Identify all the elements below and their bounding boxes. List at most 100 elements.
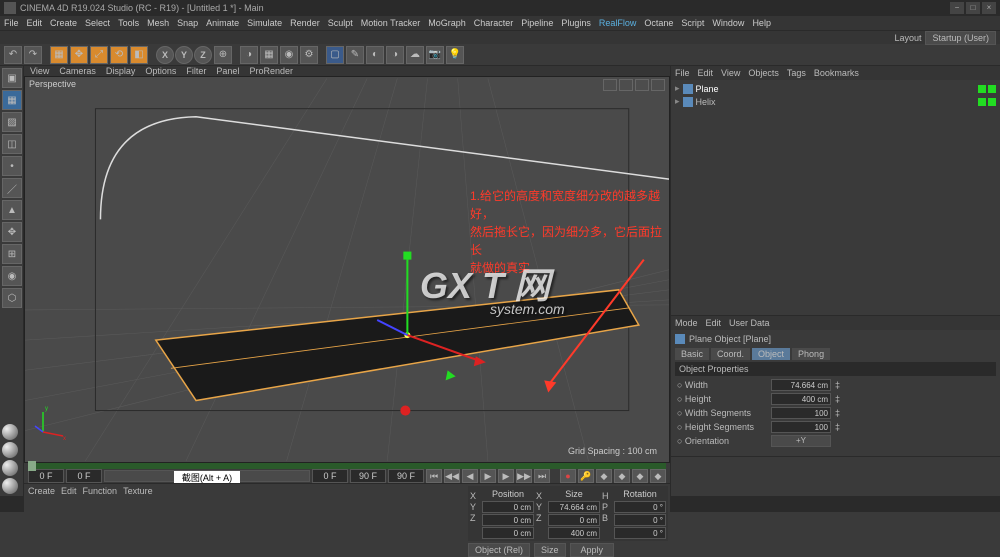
material-preview-1[interactable] — [2, 424, 18, 440]
menu-snap[interactable]: Snap — [177, 18, 198, 28]
menu-pipeline[interactable]: Pipeline — [521, 18, 553, 28]
viewport[interactable]: Perspective — [24, 76, 670, 463]
vp-rotate-icon[interactable] — [635, 79, 649, 91]
key-rot-button[interactable]: ◆ — [632, 469, 648, 483]
light-button[interactable]: 💡 — [446, 46, 464, 64]
next-key-button[interactable]: ▶▶ — [516, 469, 532, 483]
attr-menu-mode[interactable]: Mode — [675, 318, 698, 328]
objmgr-menu-edit[interactable]: Edit — [698, 68, 714, 78]
tree-item-helix[interactable]: ▸Helix — [675, 95, 996, 108]
axis-mode-button[interactable]: ✥ — [2, 222, 22, 242]
polygon-mode-button[interactable]: ▲ — [2, 200, 22, 220]
timeline-handle[interactable] — [28, 461, 36, 471]
object-tree[interactable]: ▸Plane▸Helix — [671, 80, 1000, 316]
frame-end-b-input[interactable] — [388, 469, 424, 483]
play-button[interactable]: ▶ — [480, 469, 496, 483]
key-param-button[interactable]: ◆ — [650, 469, 666, 483]
menu-octane[interactable]: Octane — [644, 18, 673, 28]
material-manager[interactable] — [671, 456, 1000, 496]
layout-dropdown[interactable]: Startup (User) — [925, 31, 996, 45]
coord-input-size-z[interactable] — [548, 527, 600, 539]
coord-input-rot-z[interactable] — [614, 527, 666, 539]
vpmenu-prorender[interactable]: ProRender — [249, 66, 293, 76]
render-pv-button[interactable]: ◉ — [280, 46, 298, 64]
model-mode-button[interactable]: ▦ — [2, 90, 22, 110]
attr-tab-object[interactable]: Object — [752, 348, 790, 360]
tree-item-plane[interactable]: ▸Plane — [675, 82, 996, 95]
coord-size-dropdown[interactable]: Size — [534, 543, 566, 557]
menu-realflow[interactable]: RealFlow — [599, 18, 637, 28]
menu-window[interactable]: Window — [712, 18, 744, 28]
snap-toggle-button[interactable]: ⊞ — [2, 244, 22, 264]
vpmenu-cameras[interactable]: Cameras — [59, 66, 96, 76]
coord-input-size-x[interactable] — [548, 501, 600, 513]
coord-tab-function[interactable]: Function — [83, 486, 118, 496]
menu-sculpt[interactable]: Sculpt — [328, 18, 353, 28]
vpmenu-display[interactable]: Display — [106, 66, 136, 76]
deformer-button[interactable]: ◑ — [386, 46, 404, 64]
coord-tab-edit[interactable]: Edit — [61, 486, 77, 496]
close-button[interactable]: × — [982, 2, 996, 14]
prev-key-button[interactable]: ◀◀ — [444, 469, 460, 483]
frame-start-a-input[interactable] — [28, 469, 64, 483]
vpmenu-view[interactable]: View — [30, 66, 49, 76]
goto-start-button[interactable]: ⏮ — [426, 469, 442, 483]
attr-menu-user-data[interactable]: User Data — [729, 318, 770, 328]
axis-z-toggle[interactable]: Z — [194, 46, 212, 64]
prop-input-width[interactable] — [771, 379, 831, 391]
objmgr-menu-objects[interactable]: Objects — [748, 68, 779, 78]
minimize-button[interactable]: − — [950, 2, 964, 14]
camera-button[interactable]: 📷 — [426, 46, 444, 64]
spinner-icon[interactable]: ‡ — [835, 380, 840, 390]
prop-input-width-segments[interactable] — [771, 407, 831, 419]
coord-input-pos-y[interactable] — [482, 514, 534, 526]
timeline-slider[interactable] — [24, 463, 670, 469]
axis-x-toggle[interactable]: X — [156, 46, 174, 64]
redo-button[interactable]: ↷ — [24, 46, 42, 64]
material-preview-3[interactable] — [2, 460, 18, 476]
menu-mograph[interactable]: MoGraph — [428, 18, 466, 28]
environment-button[interactable]: ☁ — [406, 46, 424, 64]
menu-simulate[interactable]: Simulate — [247, 18, 282, 28]
spinner-icon[interactable]: ‡ — [835, 422, 840, 432]
vpmenu-options[interactable]: Options — [145, 66, 176, 76]
coord-input-size-y[interactable] — [548, 514, 600, 526]
render-view-button[interactable]: ◑ — [240, 46, 258, 64]
attr-tab-basic[interactable]: Basic — [675, 348, 709, 360]
menu-plugins[interactable]: Plugins — [561, 18, 591, 28]
recent-tool[interactable]: ◧ — [130, 46, 148, 64]
coord-tab-create[interactable]: Create — [28, 486, 55, 496]
render-dot-icon[interactable] — [988, 98, 996, 106]
coord-system-button[interactable]: ⊕ — [214, 46, 232, 64]
material-preview-2[interactable] — [2, 442, 18, 458]
prop-input-height-segments[interactable] — [771, 421, 831, 433]
coord-input-rot-y[interactable] — [614, 514, 666, 526]
prev-frame-button[interactable]: ◀ — [462, 469, 478, 483]
menu-file[interactable]: File — [4, 18, 19, 28]
axis-y-toggle[interactable]: Y — [175, 46, 193, 64]
scale-tool[interactable]: ⤢ — [90, 46, 108, 64]
make-editable-button[interactable]: ▣ — [2, 68, 22, 88]
vpmenu-filter[interactable]: Filter — [186, 66, 206, 76]
maximize-button[interactable]: □ — [966, 2, 980, 14]
select-tool[interactable]: ▦ — [50, 46, 68, 64]
coord-mode-dropdown[interactable]: Object (Rel) — [468, 543, 530, 557]
spinner-icon[interactable]: ‡ — [835, 408, 840, 418]
objmgr-menu-bookmarks[interactable]: Bookmarks — [814, 68, 859, 78]
orientation-dropdown[interactable]: +Y — [771, 435, 831, 447]
menu-mesh[interactable]: Mesh — [147, 18, 169, 28]
render-settings-button[interactable]: ⚙ — [300, 46, 318, 64]
edge-mode-button[interactable]: ／ — [2, 178, 22, 198]
vp-zoom-icon[interactable] — [619, 79, 633, 91]
coord-input-pos-x[interactable] — [482, 501, 534, 513]
coord-apply-button[interactable]: Apply — [570, 543, 615, 557]
goto-end-button[interactable]: ⏭ — [534, 469, 550, 483]
frame-start-b-input[interactable] — [66, 469, 102, 483]
visibility-dot-icon[interactable] — [978, 85, 986, 93]
menu-character[interactable]: Character — [474, 18, 514, 28]
vpmenu-panel[interactable]: Panel — [216, 66, 239, 76]
point-mode-button[interactable]: • — [2, 156, 22, 176]
prop-input-height[interactable] — [771, 393, 831, 405]
render-dot-icon[interactable] — [988, 85, 996, 93]
material-preview-4[interactable] — [2, 478, 18, 494]
